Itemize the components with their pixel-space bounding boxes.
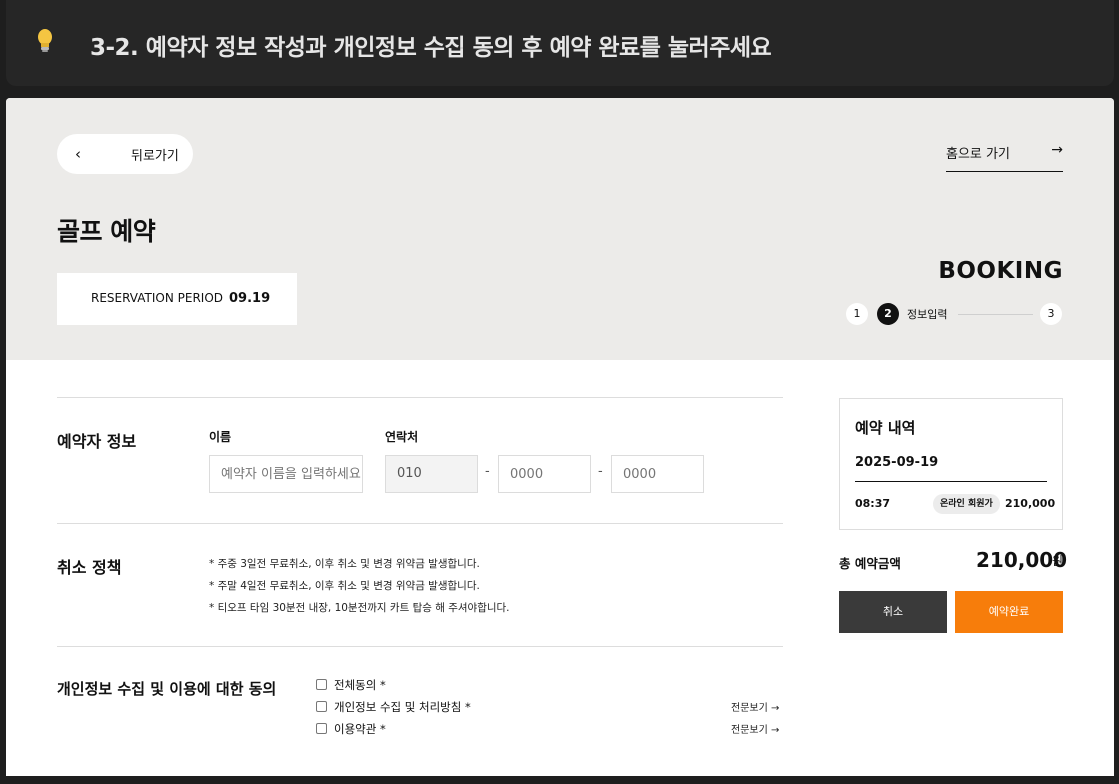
reserver-section-title: 예약자 정보 [57,432,137,451]
consent-terms-checkbox[interactable] [316,723,327,734]
confirm-reservation-button[interactable]: 예약완료 [955,591,1063,633]
period-value: 09.19 [229,291,271,306]
contact-label: 연락처 [385,430,419,444]
consent-all-checkbox[interactable] [316,679,327,690]
step-indicator: 1 2 정보입력 3 [846,303,1066,327]
consent-section-title: 개인정보 수집 및 이용에 대한 동의 [57,680,277,698]
policy-line: * 주말 4일전 무료취소, 이후 취소 및 변경 위약금 발생합니다. [209,580,480,592]
back-button[interactable]: ‹ 뒤로가기 [57,134,193,174]
summary-divider [855,481,1047,482]
divider [57,523,783,524]
period-label: RESERVATION PERIOD [91,291,224,305]
name-input[interactable] [209,455,363,493]
arrow-right-icon: → [1051,142,1063,158]
step-connector [958,314,1033,315]
instruction-banner: 3-2. 예약자 정보 작성과 개인정보 수집 동의 후 예약 완료를 눌러주세… [6,0,1114,86]
total-label: 총 예약금액 [839,556,901,571]
phone-separator: - [598,464,603,479]
policy-line: * 주중 3일전 무료취소, 이후 취소 및 변경 위약금 발생합니다. [209,558,480,570]
cancel-button[interactable]: 취소 [839,591,947,633]
reservation-page: ‹ 뒤로가기 홈으로 가기 → 골프 예약 RESERVATION PERIOD… [6,98,1114,776]
back-label: 뒤로가기 [131,149,179,164]
instruction-title: 3-2. 예약자 정보 작성과 개인정보 수집 동의 후 예약 완료를 눌러주세… [90,35,772,61]
consent-all-label: 전체동의 * [334,678,386,692]
terms-view-link[interactable]: 전문보기 → [731,721,779,736]
summary-title: 예약 내역 [855,419,916,437]
consent-terms-label: 이용약관 * [334,722,386,736]
rate-badge: 온라인 회원가 [933,494,1000,514]
home-link[interactable]: 홈으로 가기 → [946,138,1063,172]
step-2-label: 정보입력 [907,308,948,321]
arrow-right-icon: → [771,703,780,714]
reservation-summary-card: 예약 내역 2025-09-19 08:37 온라인 회원가 210,000 [839,398,1063,530]
step-2: 2 [877,303,899,325]
home-label: 홈으로 가기 [946,147,1010,162]
booking-heading: BOOKING [938,258,1063,284]
cancellation-section-title: 취소 정책 [57,558,122,577]
step-1: 1 [846,303,868,325]
name-label: 이름 [209,430,232,444]
reservation-period-box: RESERVATION PERIOD 09.19 [57,273,297,325]
policy-line: * 티오프 타임 30분전 내장, 10분전까지 카트 탑승 해 주셔야합니다. [209,602,510,614]
divider [57,646,783,647]
lightbulb-icon [36,28,64,58]
summary-price: 210,000 [1005,497,1056,510]
privacy-view-link[interactable]: 전문보기 → [731,699,779,714]
consent-privacy-checkbox[interactable] [316,701,327,712]
consent-privacy-label: 개인정보 수집 및 처리방침 * [334,700,471,714]
total-unit: 원 [1052,554,1064,568]
chevron-left-icon: ‹ [75,145,81,163]
phone-separator: - [485,464,490,479]
summary-date: 2025-09-19 [855,455,939,470]
view-link-label: 전문보기 [731,703,768,714]
phone-middle-input[interactable] [498,455,591,493]
page-title: 골프 예약 [57,217,156,246]
phone-prefix-field[interactable]: 010 [385,455,478,493]
phone-last-input[interactable] [611,455,704,493]
divider [57,397,783,398]
summary-time: 08:37 [855,497,891,510]
step-3: 3 [1040,303,1062,325]
arrow-right-icon: → [771,725,780,736]
view-link-label: 전문보기 [731,725,768,736]
hero-header: ‹ 뒤로가기 홈으로 가기 → 골프 예약 RESERVATION PERIOD… [6,98,1114,360]
